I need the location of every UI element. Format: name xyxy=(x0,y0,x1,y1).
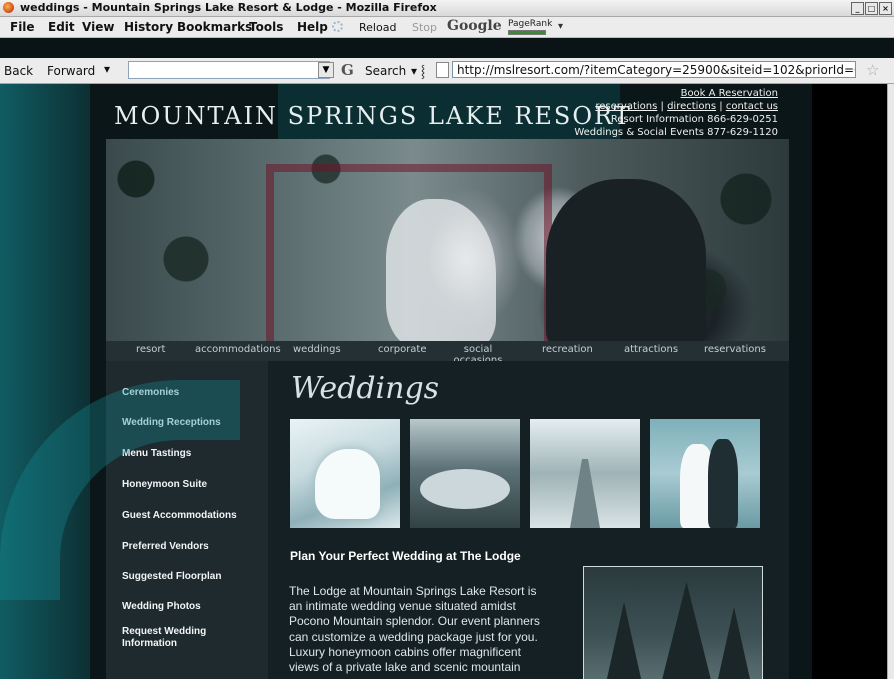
pagerank-bar xyxy=(508,30,546,35)
menu-file[interactable]: File xyxy=(10,20,35,34)
stop-button[interactable]: Stop xyxy=(412,21,437,34)
directions-link[interactable]: directions xyxy=(667,101,716,112)
menu-bar: File Edit View History Bookmarks Tools H… xyxy=(0,17,894,38)
reload-icon[interactable] xyxy=(332,21,343,32)
menu-help[interactable]: Help xyxy=(297,20,328,34)
nav-recreation[interactable]: recreation xyxy=(542,344,593,355)
firefox-icon xyxy=(3,2,14,13)
pagerank-label: PageRank xyxy=(508,19,553,29)
reception-photo-thumbnail[interactable] xyxy=(410,419,520,528)
couple-photo-thumbnail[interactable] xyxy=(650,419,760,528)
book-reservation-link[interactable]: Book A Reservation xyxy=(681,88,778,99)
close-icon[interactable]: × xyxy=(879,2,892,15)
brand-text: Mountain Springs Lake Resort xyxy=(114,102,632,130)
nav-reservations[interactable]: reservations xyxy=(704,344,766,355)
menu-view[interactable]: View xyxy=(82,20,114,34)
page-title: Weddings xyxy=(291,371,440,406)
nav-attractions[interactable]: attractions xyxy=(624,344,678,355)
main-navigation: resort accommodations weddings corporate… xyxy=(106,341,789,366)
nav-accommodations[interactable]: accommodations xyxy=(195,344,281,355)
hero-image xyxy=(106,139,789,341)
sidebar-menu: Ceremonies Wedding Receptions Menu Tasti… xyxy=(106,361,268,679)
page-viewport: Mountain Springs Lake Resort Book A Rese… xyxy=(0,84,894,679)
search-options-icon[interactable]: ▾ ⸾ xyxy=(411,62,425,79)
sidebar-item-preferred-vendors[interactable]: Preferred Vendors xyxy=(122,541,262,553)
sidebar-item-wedding-receptions[interactable]: Wedding Receptions xyxy=(122,417,262,429)
wedding-photo-thumbnail[interactable] xyxy=(290,419,400,528)
content-heading: Plan Your Perfect Wedding at The Lodge xyxy=(290,549,521,563)
events-info-phone: Weddings & Social Events 877-629-1120 xyxy=(574,127,778,138)
window-titlebar: weddings - Mountain Springs Lake Resort … xyxy=(0,0,894,17)
search-button[interactable]: Search xyxy=(365,64,406,78)
page-icon xyxy=(436,62,449,78)
nav-resort[interactable]: resort xyxy=(136,344,165,355)
bookmark-star-icon[interactable]: ☆ xyxy=(866,61,879,79)
hero-bride xyxy=(386,199,496,341)
navigation-toolbar: Back Forward ▾ ▼ G Search ▾ ⸾ http://msl… xyxy=(0,58,894,84)
chevron-down-icon[interactable]: ▼ xyxy=(318,62,334,78)
sidebar-item-menu-tastings[interactable]: Menu Tastings xyxy=(122,448,262,460)
window-title: weddings - Mountain Springs Lake Resort … xyxy=(20,1,437,14)
reservations-link[interactable]: reservations xyxy=(595,101,657,112)
forward-button[interactable]: Forward xyxy=(47,64,95,78)
menu-history[interactable]: History xyxy=(124,20,173,34)
sidebar-item-request-wedding-information[interactable]: Request Wedding Information xyxy=(122,626,222,650)
nav-weddings[interactable]: weddings xyxy=(293,344,341,355)
page-right-gutter xyxy=(812,84,888,679)
resort-info-phone: Resort Information 866-629-0251 xyxy=(610,114,778,125)
content-body: The Lodge at Mountain Springs Lake Resor… xyxy=(289,584,540,675)
vertical-scrollbar[interactable] xyxy=(887,84,894,679)
menu-tools[interactable]: Tools xyxy=(249,20,283,34)
maximize-icon[interactable]: □ xyxy=(865,2,878,15)
sidebar-item-guest-accommodations[interactable]: Guest Accommodations xyxy=(122,510,262,522)
google-icon[interactable]: G xyxy=(341,61,354,79)
window-controls: _ □ × xyxy=(851,2,892,15)
hero-groom xyxy=(546,179,706,341)
back-button[interactable]: Back xyxy=(4,64,33,78)
header-links: Book A Reservation reservations | direct… xyxy=(574,88,778,138)
nav-corporate[interactable]: corporate xyxy=(378,344,427,355)
pagerank-widget[interactable]: PageRank xyxy=(508,19,552,35)
side-photo xyxy=(583,566,763,679)
reload-button[interactable]: Reload xyxy=(359,21,396,34)
contact-us-link[interactable]: contact us xyxy=(726,101,778,112)
sidebar-item-ceremonies[interactable]: Ceremonies xyxy=(122,387,262,399)
chevron-down-icon[interactable]: ▾ xyxy=(558,21,563,32)
history-dropdown-icon[interactable]: ▾ xyxy=(104,62,110,76)
toolbar-search-input[interactable] xyxy=(128,61,330,79)
minimize-icon[interactable]: _ xyxy=(851,2,864,15)
menu-edit[interactable]: Edit xyxy=(48,20,75,34)
url-bar[interactable]: http://mslresort.com/?itemCategory=25900… xyxy=(452,61,856,78)
menu-bookmarks[interactable]: Bookmarks xyxy=(177,20,252,34)
site-brand[interactable]: Mountain Springs Lake Resort xyxy=(114,100,632,131)
carriage-photo-thumbnail[interactable] xyxy=(530,419,640,528)
sidebar-item-honeymoon-suite[interactable]: Honeymoon Suite xyxy=(122,479,262,491)
sidebar-item-suggested-floorplan[interactable]: Suggested Floorplan xyxy=(122,571,262,583)
sidebar-item-wedding-photos[interactable]: Wedding Photos xyxy=(122,601,262,613)
google-toolbar-logo[interactable]: Google xyxy=(447,18,502,34)
